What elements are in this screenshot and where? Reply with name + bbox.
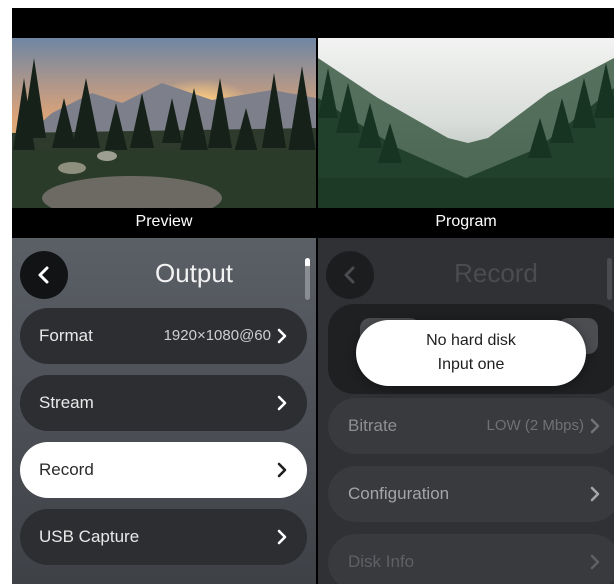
- no-disk-toast: No hard disk Input one: [356, 320, 586, 386]
- menu-item-value: 1920×1080@60: [163, 327, 271, 344]
- program-video: [318, 38, 614, 208]
- chevron-left-icon: [344, 266, 355, 284]
- record-menu: Record Bitrate LOW (2 Mbps) Configuratio…: [318, 238, 614, 584]
- chevron-left-icon: [38, 266, 49, 284]
- chevron-right-icon: [590, 486, 600, 502]
- chevron-right-icon: [277, 529, 287, 545]
- menu-item-label: Configuration: [348, 484, 450, 503]
- program-label: Program: [318, 208, 614, 236]
- menu-item-label: Bitrate: [348, 416, 398, 435]
- device-screen: Preview Program Output Format 1920×1080@…: [12, 8, 614, 584]
- output-menu: Output Format 1920×1080@60 Stream Record…: [12, 238, 316, 584]
- menu-item-stream[interactable]: Stream: [20, 375, 307, 431]
- toast-line-2: Input one: [437, 356, 505, 373]
- menu-item-label: Stream: [39, 393, 94, 412]
- toast-line-1: No hard disk: [426, 332, 516, 349]
- menu-item-bitrate[interactable]: Bitrate LOW (2 Mbps): [328, 398, 614, 454]
- menu-item-value: LOW (2 Mbps): [486, 417, 584, 434]
- menu-item-label: Record: [39, 460, 94, 479]
- menu-title: Record: [454, 258, 538, 288]
- menu-item-record[interactable]: Record: [20, 442, 307, 498]
- menu-item-label: USB Capture: [39, 527, 140, 546]
- back-button[interactable]: [326, 251, 374, 299]
- menu-item-configuration[interactable]: Configuration: [328, 466, 614, 522]
- menu-item-disk-info[interactable]: Disk Info: [328, 534, 614, 584]
- preview-video: [12, 38, 316, 208]
- menu-item-label: Format: [39, 326, 93, 345]
- menu-item-label: Disk Info: [348, 552, 415, 571]
- scrollbar[interactable]: [305, 258, 310, 300]
- back-button[interactable]: [20, 251, 68, 299]
- chevron-right-icon: [277, 328, 287, 344]
- chevron-right-icon: [590, 554, 600, 570]
- menu-item-format[interactable]: Format 1920×1080@60: [20, 308, 307, 364]
- chevron-right-icon: [277, 395, 287, 411]
- menu-title: Output: [154, 258, 234, 288]
- chevron-right-icon: [277, 462, 287, 478]
- scrollbar[interactable]: [607, 258, 612, 300]
- preview-label: Preview: [12, 208, 316, 236]
- menu-item-usb-capture[interactable]: USB Capture: [20, 509, 307, 565]
- chevron-right-icon: [590, 418, 600, 434]
